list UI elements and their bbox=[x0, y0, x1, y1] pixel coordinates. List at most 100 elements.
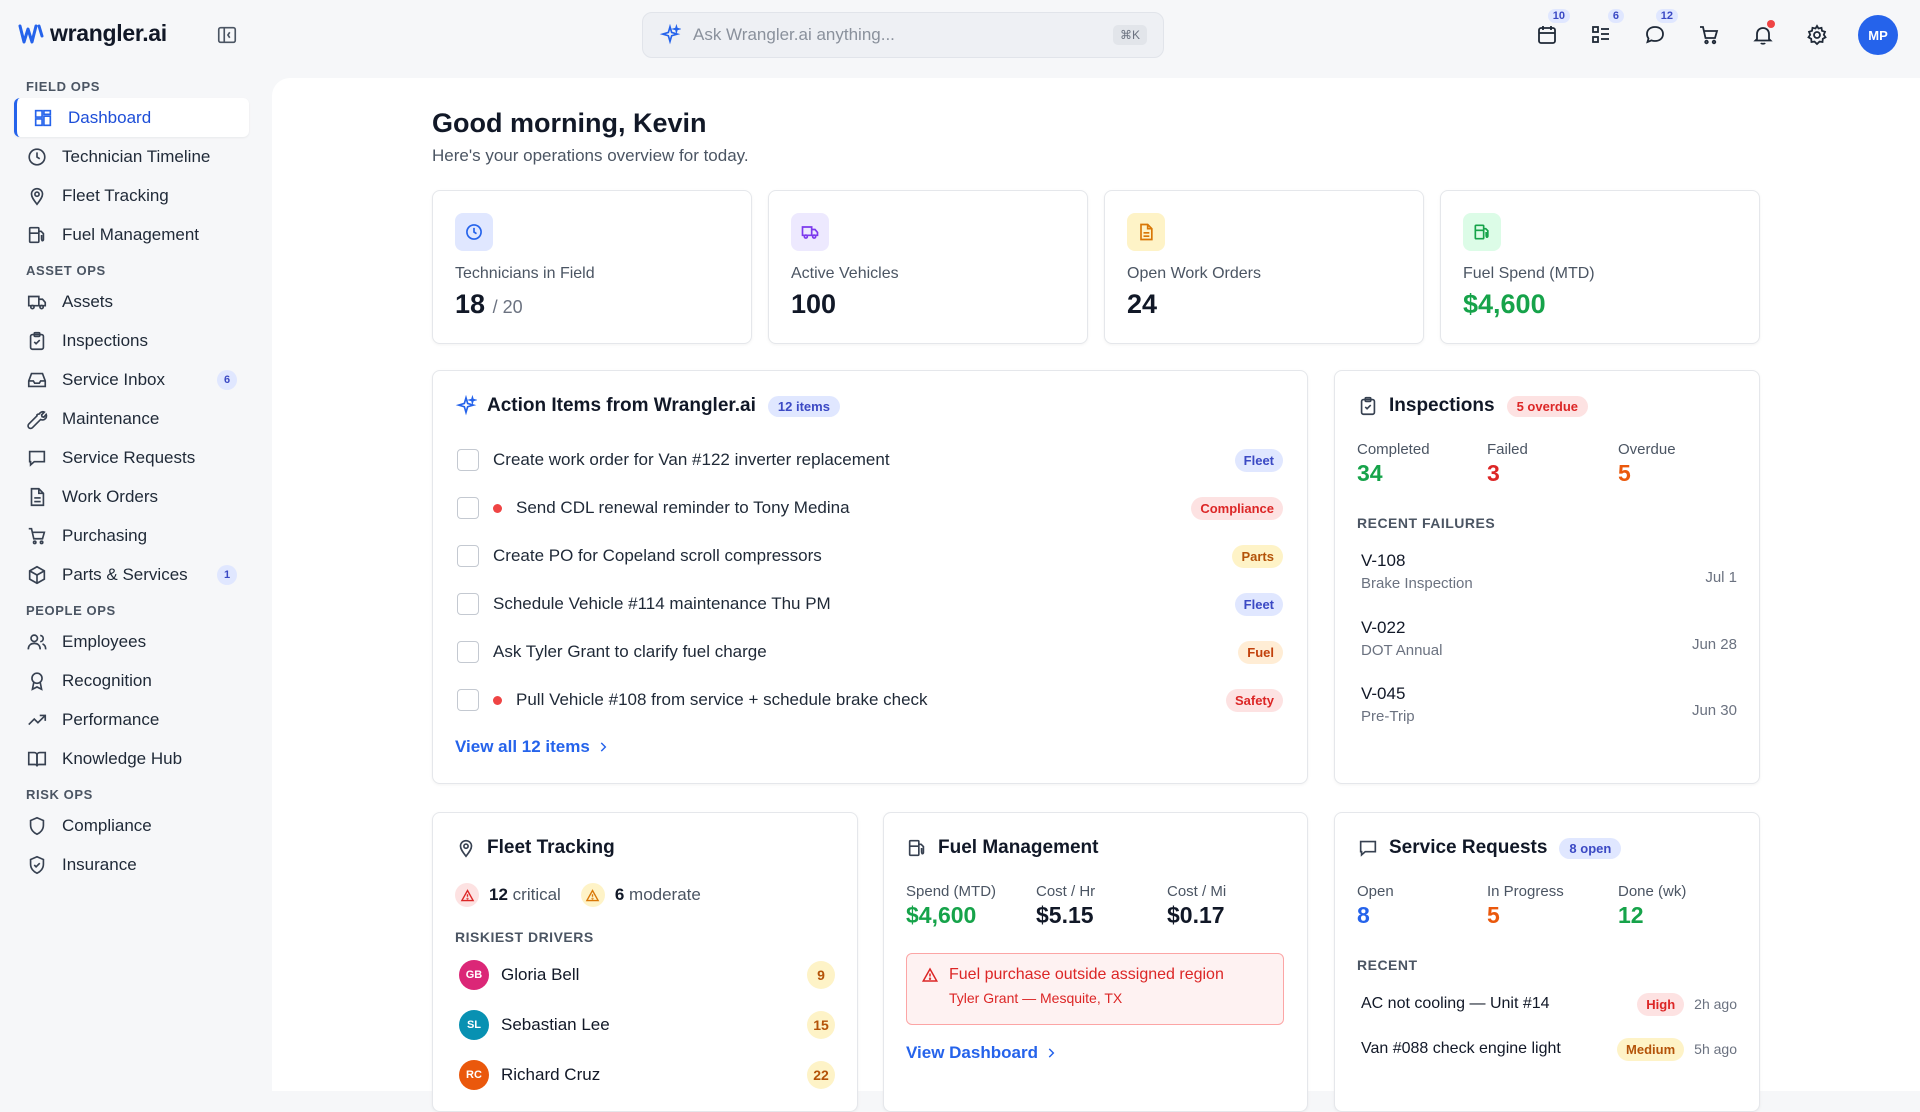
failure-row[interactable]: V-022 DOT Annual Jun 28 bbox=[1361, 618, 1737, 674]
calendar-button[interactable]: 10 bbox=[1520, 9, 1574, 56]
calendar-badge: 10 bbox=[1547, 9, 1570, 23]
top-icon-group: 10 6 12 MP bbox=[1520, 9, 1898, 56]
request-title: Van #088 check engine light bbox=[1361, 1040, 1561, 1057]
driver-row[interactable]: SL Sebastian Lee 15 bbox=[459, 1009, 835, 1041]
tasks-button[interactable]: 6 bbox=[1574, 9, 1628, 56]
riskiest-drivers-label: RISKIEST DRIVERS bbox=[455, 929, 594, 945]
shield-check-icon bbox=[29, 855, 45, 874]
sidebar-item-fleet-tracking[interactable]: Fleet Tracking bbox=[14, 176, 249, 215]
stat-value: $4,600 bbox=[906, 902, 977, 928]
search-bar[interactable]: ⌘K bbox=[642, 12, 1164, 58]
cart-icon bbox=[1700, 26, 1719, 45]
stat-icon-wrap bbox=[1463, 213, 1501, 251]
sidebar-item-label: Dashboard bbox=[68, 107, 152, 127]
failure-date: Jul 1 bbox=[1705, 569, 1737, 586]
sidebar-item-employees[interactable]: Employees bbox=[14, 622, 249, 661]
award-icon bbox=[31, 671, 43, 691]
notifications-button[interactable] bbox=[1736, 14, 1790, 56]
sidebar-item-service-requests[interactable]: Service Requests bbox=[14, 438, 249, 477]
cart-button[interactable] bbox=[1682, 14, 1736, 56]
sidebar-item-work-orders[interactable]: Work Orders bbox=[14, 477, 249, 516]
sidebar-item-fuel-management[interactable]: Fuel Management bbox=[14, 215, 249, 254]
request-title: AC not cooling — Unit #14 bbox=[1361, 995, 1550, 1012]
view-all-items-link[interactable]: View all 12 items bbox=[455, 737, 610, 757]
failure-row[interactable]: V-045 Pre-Trip Jun 30 bbox=[1361, 684, 1737, 740]
stat-icon-wrap bbox=[791, 213, 829, 251]
nav-section-field-ops: FIELD OPS bbox=[26, 79, 101, 94]
document-icon bbox=[1140, 223, 1153, 241]
sidebar-item-assets[interactable]: Assets bbox=[14, 282, 249, 321]
action-item[interactable]: Schedule Vehicle #114 maintenance Thu PM… bbox=[457, 589, 1283, 619]
action-item[interactable]: Send CDL renewal reminder to Tony Medina… bbox=[457, 493, 1283, 523]
sidebar-item-inspections[interactable]: Inspections bbox=[14, 321, 249, 360]
sidebar-item-compliance[interactable]: Compliance bbox=[14, 806, 249, 845]
avatar: RC bbox=[459, 1060, 489, 1090]
failure-date: Jun 28 bbox=[1691, 636, 1737, 653]
stat-card-vehicles[interactable]: Active Vehicles 100 bbox=[768, 190, 1088, 344]
sidebar-item-dashboard[interactable]: Dashboard bbox=[14, 98, 249, 137]
inspection-type: DOT Annual bbox=[1361, 642, 1443, 659]
sidebar-item-service-inbox[interactable]: Service Inbox 6 bbox=[14, 360, 249, 399]
sidebar-item-insurance[interactable]: Insurance bbox=[14, 845, 249, 884]
action-checkbox[interactable] bbox=[457, 689, 479, 711]
settings-button[interactable] bbox=[1790, 14, 1844, 56]
task-list-icon bbox=[1592, 26, 1609, 43]
notification-dot bbox=[1767, 20, 1775, 28]
driver-row[interactable]: RC Richard Cruz 22 bbox=[459, 1059, 835, 1091]
failure-row[interactable]: V-108 Brake Inspection Jul 1 bbox=[1361, 551, 1737, 607]
sidebar-collapse-icon[interactable] bbox=[216, 24, 238, 46]
messages-button[interactable]: 12 bbox=[1628, 9, 1682, 56]
user-avatar[interactable]: MP bbox=[1858, 15, 1898, 55]
sidebar-item-recognition[interactable]: Recognition bbox=[14, 661, 249, 700]
avatar: SL bbox=[459, 1010, 489, 1040]
stat-value: 34 bbox=[1357, 460, 1383, 486]
items-count-pill: 12 items bbox=[767, 395, 840, 417]
fuel-alert[interactable]: Fuel purchase outside assigned region Ty… bbox=[906, 953, 1284, 1025]
stat-card-fuel-spend[interactable]: Fuel Spend (MTD) $4,600 bbox=[1440, 190, 1760, 344]
action-checkbox[interactable] bbox=[457, 449, 479, 471]
sidebar-item-maintenance[interactable]: Maintenance bbox=[14, 399, 249, 438]
action-checkbox[interactable] bbox=[457, 641, 479, 663]
sidebar: FIELD OPS Dashboard Technician Timeline … bbox=[0, 70, 270, 1091]
brand-logo[interactable]: wrangler.ai bbox=[18, 20, 167, 47]
open-pill: 8 open bbox=[1559, 837, 1622, 859]
stat-card-work-orders[interactable]: Open Work Orders 24 bbox=[1104, 190, 1424, 344]
sidebar-item-performance[interactable]: Performance bbox=[14, 700, 249, 739]
stat-label: Overdue bbox=[1618, 441, 1676, 458]
gear-icon bbox=[1807, 24, 1827, 46]
recent-label: RECENT bbox=[1357, 957, 1418, 973]
request-row[interactable]: Van #088 check engine light Medium 5h ag… bbox=[1361, 1034, 1737, 1064]
action-item[interactable]: Create PO for Copeland scroll compressor… bbox=[457, 541, 1283, 571]
book-icon bbox=[27, 751, 47, 766]
priority-badge: High bbox=[1637, 992, 1685, 1016]
action-checkbox[interactable] bbox=[457, 545, 479, 567]
sidebar-item-label: Maintenance bbox=[62, 408, 160, 428]
sidebar-item-label: Parts & Services bbox=[62, 564, 188, 584]
users-icon bbox=[27, 633, 47, 649]
action-item[interactable]: Pull Vehicle #108 from service + schedul… bbox=[457, 685, 1283, 715]
action-tag: Fleet bbox=[1234, 592, 1283, 616]
sidebar-item-label: Purchasing bbox=[62, 525, 148, 545]
action-item[interactable]: Create work order for Van #122 inverter … bbox=[457, 445, 1283, 475]
view-dashboard-link[interactable]: View Dashboard bbox=[906, 1043, 1058, 1063]
clipboard-icon bbox=[1360, 396, 1376, 416]
priority-badge: Medium bbox=[1617, 1037, 1685, 1061]
sidebar-item-knowledge-hub[interactable]: Knowledge Hub bbox=[14, 739, 249, 778]
sidebar-item-label: Fleet Tracking bbox=[62, 185, 169, 205]
action-item[interactable]: Ask Tyler Grant to clarify fuel charge F… bbox=[457, 637, 1283, 667]
driver-row[interactable]: GB Gloria Bell 9 bbox=[459, 959, 835, 991]
search-input[interactable] bbox=[693, 25, 1113, 45]
action-checkbox[interactable] bbox=[457, 593, 479, 615]
stat-card-technicians[interactable]: Technicians in Field 18 / 20 bbox=[432, 190, 752, 344]
request-row[interactable]: AC not cooling — Unit #14 High 2h ago bbox=[1361, 989, 1737, 1019]
completed-stat: Completed 34 bbox=[1357, 441, 1430, 487]
sidebar-item-technician-timeline[interactable]: Technician Timeline bbox=[14, 137, 249, 176]
sidebar-item-parts-services[interactable]: Parts & Services 1 bbox=[14, 555, 249, 594]
stat-label: Failed bbox=[1487, 441, 1528, 458]
action-checkbox[interactable] bbox=[457, 497, 479, 519]
card-title-text: Service Requests bbox=[1389, 837, 1548, 858]
sidebar-item-purchasing[interactable]: Purchasing bbox=[14, 516, 249, 555]
stat-icon-wrap bbox=[1127, 213, 1165, 251]
card-title-text: Fuel Management bbox=[938, 837, 1099, 858]
top-bar: wrangler.ai ⌘K 10 6 12 bbox=[0, 0, 1920, 70]
